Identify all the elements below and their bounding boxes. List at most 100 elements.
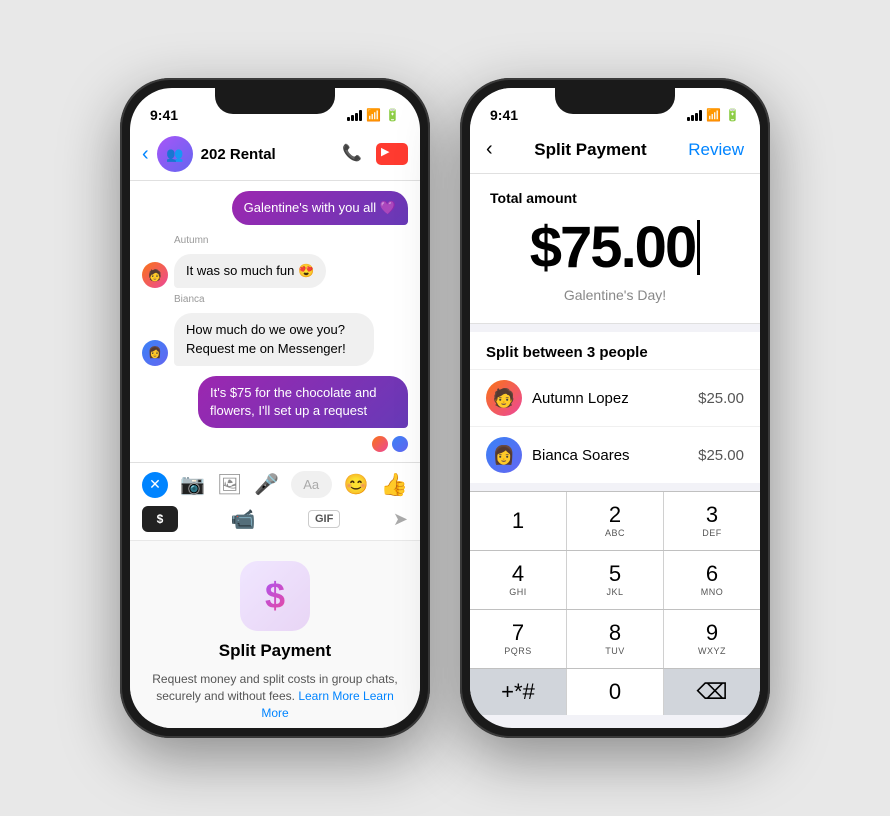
signal-icon — [347, 110, 362, 121]
avatar-autumn: 🧑 — [142, 262, 168, 288]
keypad-key-4[interactable]: 4 GHI — [470, 551, 567, 609]
review-button[interactable]: Review — [688, 140, 744, 160]
amount-subtitle: Galentine's Day! — [490, 287, 740, 303]
dollar-icon: $ — [265, 575, 285, 617]
keypad-row: 4 GHI 5 JKL 6MNO — [470, 550, 760, 609]
avatar-autumn-2: 🧑 — [486, 380, 522, 416]
person-name-autumn: Autumn Lopez — [532, 390, 688, 407]
keypad-row: +*# 0 ⌫ — [470, 668, 760, 715]
key-letters: TUV — [605, 646, 625, 656]
key-letters: PQRS — [504, 646, 532, 656]
message-outgoing-2: It's $75 for the chocolate and flowers, … — [198, 376, 408, 428]
keypad-key-7[interactable]: 7PQRS — [470, 610, 567, 668]
wifi-icon: 📶 — [366, 108, 381, 122]
text-cursor — [697, 220, 700, 275]
key-number: 4 — [512, 563, 524, 585]
key-letters: JKL — [606, 587, 623, 597]
camera-icon[interactable]: 📷 — [180, 472, 205, 497]
key-letters: DEF — [702, 528, 722, 538]
split-payment-header: ‹ Split Payment Review — [470, 130, 760, 174]
notch — [215, 88, 335, 114]
time-1: 9:41 — [150, 107, 178, 123]
messenger-toolbar: ✕ 📷 🖼 🎤 Aa 😊 👍 $ 📹 GIF — [130, 462, 420, 540]
keypad: 1 2ABC 3 DEF 4 GHI 5 JKL 6MNO 7PQRS 8 TUV 9WXYZ +*# 0 ⌫ — [470, 491, 760, 715]
key-number: 8 — [609, 622, 621, 644]
gif-button[interactable]: GIF — [308, 510, 340, 528]
amount-value: $75.00 — [530, 214, 695, 281]
sender-autumn: Autumn — [174, 235, 408, 246]
pay-button[interactable]: $ — [142, 506, 178, 532]
phone-split-payment: 9:41 📶 🔋 ‹ Split Payment Review — [460, 78, 770, 738]
keypad-key-9[interactable]: 9WXYZ — [664, 610, 760, 668]
messages-area: Galentine's with you all 💜 Autumn 🧑 It w… — [130, 181, 420, 462]
sender-bianca: Bianca — [174, 294, 408, 305]
status-icons-2: 📶 🔋 — [687, 108, 740, 122]
message-row-autumn: 🧑 It was so much fun 😍 — [142, 254, 408, 288]
avatar-bianca-2: 👩 — [486, 437, 522, 473]
photo-icon[interactable]: 🖼 — [217, 472, 242, 497]
total-amount-label: Total amount — [490, 190, 740, 206]
header-actions: 📞 ▶ — [342, 143, 408, 165]
message-outgoing-1: Galentine's with you all 💜 — [232, 191, 408, 225]
split-payment-icon-box: $ — [240, 561, 310, 631]
keypad-row: 1 2ABC 3 DEF — [470, 491, 760, 550]
read-receipts — [142, 436, 408, 452]
keypad-key-[interactable]: ⌫ — [664, 669, 760, 715]
keypad-key-3[interactable]: 3 DEF — [664, 492, 760, 550]
like-icon[interactable]: 👍 — [381, 472, 408, 498]
key-number: 0 — [609, 681, 621, 703]
keypad-row: 7PQRS 8 TUV 9WXYZ — [470, 609, 760, 668]
keypad-key-2[interactable]: 2ABC — [567, 492, 664, 550]
person-row-bianca: 👩 Bianca Soares $25.00 — [470, 426, 760, 483]
key-number: 1 — [512, 510, 524, 532]
amount-section: Total amount $75.00 Galentine's Day! — [470, 174, 760, 324]
promo-description: Request money and split costs in group c… — [146, 671, 404, 721]
add-video-icon[interactable]: 📹 — [231, 507, 256, 532]
message-row-bianca: 👩 How much do we owe you? Request me on … — [142, 313, 408, 365]
person-name-bianca: Bianca Soares — [532, 447, 688, 464]
header-info: 202 Rental — [201, 146, 334, 163]
battery-icon-2: 🔋 — [725, 108, 740, 122]
key-number: 5 — [609, 563, 621, 585]
wifi-icon-2: 📶 — [706, 108, 721, 122]
key-number: ⌫ — [696, 681, 727, 703]
keypad-key-6[interactable]: 6MNO — [664, 551, 760, 609]
message-autumn: It was so much fun 😍 — [174, 254, 326, 288]
message-input[interactable]: Aa — [291, 471, 331, 498]
emoji-icon[interactable]: 😊 — [344, 472, 369, 497]
time-2: 9:41 — [490, 107, 518, 123]
signal-icon-2 — [687, 110, 702, 121]
group-name: 202 Rental — [201, 146, 334, 163]
status-icons-1: 📶 🔋 — [347, 108, 400, 122]
key-number: +*# — [501, 681, 535, 703]
send-icon[interactable]: ➤ — [393, 509, 408, 530]
key-number: 6 — [706, 563, 718, 585]
keypad-key-0[interactable]: 0 — [567, 669, 664, 715]
toolbar-secondary: $ 📹 GIF ➤ — [142, 498, 408, 532]
keypad-key-1[interactable]: 1 — [470, 492, 567, 550]
key-number: 3 — [706, 504, 718, 526]
person-amount-bianca: $25.00 — [698, 447, 744, 464]
messenger-header: ‹ 👥 202 Rental 📞 ▶ — [130, 130, 420, 181]
toolbar-main: ✕ 📷 🖼 🎤 Aa 😊 👍 — [142, 471, 408, 498]
split-between-label: Split between 3 people — [470, 332, 760, 369]
message-row-outgoing-2: It's $75 for the chocolate and flowers, … — [142, 376, 408, 428]
keypad-key-8[interactable]: 8 TUV — [567, 610, 664, 668]
phone-call-icon[interactable]: 📞 — [342, 143, 362, 165]
learn-more-link[interactable]: Learn More — [298, 689, 359, 703]
back-button-2[interactable]: ‹ — [486, 138, 493, 161]
keypad-key-[interactable]: +*# — [470, 669, 567, 715]
avatar-bianca: 👩 — [142, 340, 168, 366]
person-amount-autumn: $25.00 — [698, 390, 744, 407]
split-payment-promo: $ Split Payment Request money and split … — [130, 540, 420, 728]
key-number: 9 — [706, 622, 718, 644]
key-letters: GHI — [509, 587, 527, 597]
phone-messenger: 9:41 📶 🔋 ‹ 👥 202 Rental — [120, 78, 430, 738]
video-call-icon[interactable]: ▶ — [376, 143, 408, 165]
keypad-key-5[interactable]: 5 JKL — [567, 551, 664, 609]
notch-2 — [555, 88, 675, 114]
message-bianca: How much do we owe you? Request me on Me… — [174, 313, 374, 365]
mic-icon[interactable]: 🎤 — [254, 472, 279, 497]
back-button-1[interactable]: ‹ — [142, 143, 149, 166]
close-button[interactable]: ✕ — [142, 472, 168, 498]
